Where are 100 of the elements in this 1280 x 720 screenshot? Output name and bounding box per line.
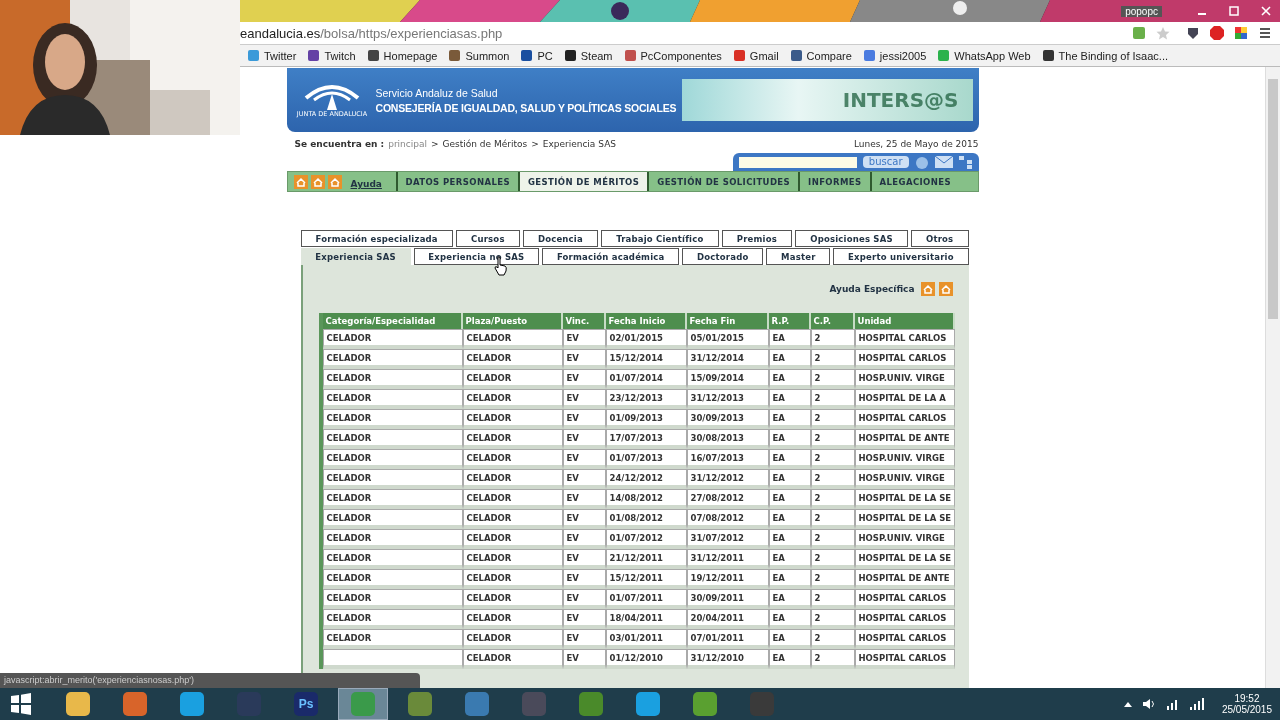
logo-icon — [302, 82, 362, 110]
table-cell: EA — [768, 569, 811, 589]
tab[interactable]: Docencia — [522, 230, 599, 247]
table-cell: 21/12/2011 — [605, 549, 687, 569]
help-link[interactable]: Ayuda Específica — [829, 284, 915, 294]
table-cell: EA — [768, 409, 811, 429]
close-icon[interactable] — [1260, 5, 1272, 17]
bookmark-link[interactable]: jessi2005 — [863, 49, 927, 62]
table-cell: EV — [562, 629, 606, 649]
bookmark-link[interactable]: The Binding of Isaac... — [1042, 49, 1168, 62]
table-cell: 2 — [810, 609, 855, 629]
bookmark-link[interactable]: PcComponentes — [624, 49, 722, 62]
tab[interactable]: Trabajo Científico — [601, 230, 719, 247]
table-cell: EA — [768, 349, 811, 369]
column-header: Categoría/Especialidad — [322, 313, 463, 329]
caret-icon[interactable] — [1123, 701, 1132, 707]
speaker-icon[interactable] — [1141, 698, 1156, 710]
table-cell: HOSPITAL DE LA SE — [854, 509, 955, 529]
table-cell: EV — [562, 589, 606, 609]
table-cell: 14/08/2012 — [605, 489, 687, 509]
table-cell: 2 — [810, 569, 855, 589]
taskbar-app[interactable]: Ps — [281, 688, 331, 720]
tab[interactable]: Otros — [910, 230, 969, 247]
table-cell: EV — [562, 489, 606, 509]
tab[interactable]: Doctorado — [682, 248, 764, 265]
table-cell: CELADOR — [462, 509, 563, 529]
adblock-icon[interactable] — [1210, 26, 1224, 40]
column-header: Plaza/Puesto — [462, 313, 563, 329]
table-cell: EA — [768, 369, 811, 389]
tab[interactable]: Cursos — [455, 230, 520, 247]
bookmark-link[interactable]: Twitter — [248, 49, 297, 62]
tab[interactable]: Formación académica — [542, 248, 680, 265]
search-field[interactable] — [738, 156, 857, 168]
table-cell: HOSP.UNIV. VIRGE — [854, 469, 955, 489]
table-cell: 16/07/2013 — [686, 449, 769, 469]
table-cell: CELADOR — [322, 509, 463, 529]
bookmark-link[interactable]: Steam — [564, 49, 613, 62]
table-cell: 2 — [810, 369, 855, 389]
nav-tab[interactable]: GESTIÓN DE SOLICITUDES — [647, 172, 799, 191]
table-cell: 01/07/2012 — [605, 529, 687, 549]
table-cell: EA — [768, 629, 811, 649]
mail-icon[interactable] — [934, 156, 953, 168]
table-cell: CELADOR — [322, 609, 463, 629]
breadcrumb-link[interactable]: principal — [388, 139, 427, 149]
extension-icon[interactable] — [1234, 26, 1248, 40]
table-cell: 01/09/2013 — [605, 409, 687, 429]
table-cell: 05/01/2015 — [686, 329, 769, 349]
app-icon: Ps — [294, 692, 318, 716]
nav-tab[interactable]: INFORMES — [798, 172, 870, 191]
tab[interactable]: Oposiciones SAS — [795, 230, 908, 247]
start-icon[interactable] — [8, 691, 34, 717]
tab[interactable]: Experiencia SAS — [300, 248, 411, 265]
table-cell: 31/07/2012 — [686, 529, 769, 549]
sitemap-icon[interactable] — [958, 155, 973, 169]
table-cell: EV — [562, 649, 606, 669]
nav-tab[interactable]: ALEGACIONES — [869, 172, 978, 191]
extension-icon[interactable] — [1186, 26, 1200, 40]
table-cell: 2 — [810, 389, 855, 409]
table-cell: HOSPITAL CARLOS — [854, 629, 955, 649]
breadcrumb-separator: > — [431, 139, 439, 149]
bookmark-link[interactable]: WhatsApp Web — [938, 49, 1031, 62]
scrollbar[interactable] — [1265, 67, 1280, 688]
tab[interactable]: Experto universitario — [833, 248, 969, 265]
table-cell: EV — [562, 389, 606, 409]
table-cell: CELADOR — [462, 549, 563, 569]
table-cell: 30/09/2011 — [686, 589, 769, 609]
table-cell: HOSP.UNIV. VIRGE — [854, 449, 955, 469]
scrollbar-thumb[interactable] — [1268, 79, 1278, 319]
table-cell: HOSPITAL DE ANTE — [854, 429, 955, 449]
table-cell: HOSPITAL CARLOS — [854, 609, 955, 629]
bookmark-link[interactable]: Twitch — [308, 49, 356, 62]
bookmark-link[interactable]: Homepage — [367, 49, 438, 62]
star-icon[interactable] — [1156, 26, 1170, 40]
menu-icon[interactable] — [1258, 26, 1272, 40]
bookmark-link[interactable]: Gmail — [733, 49, 779, 62]
search-button[interactable]: buscar — [862, 156, 909, 168]
bookmark-link[interactable]: Compare — [790, 49, 852, 62]
nav-tab[interactable]: GESTIÓN DE MÉRITOS — [517, 172, 648, 191]
table-cell: HOSP.UNIV. VIRGE — [854, 369, 955, 389]
table-cell: 30/09/2013 — [686, 409, 769, 429]
table-cell: CELADOR — [322, 329, 463, 349]
table-cell: CELADOR — [462, 489, 563, 509]
tab[interactable]: Formación especializada — [300, 230, 453, 247]
table-cell: 18/04/2011 — [605, 609, 687, 629]
help-link[interactable]: Ayuda — [350, 179, 382, 189]
tab[interactable]: Master — [766, 248, 831, 265]
table-cell: HOSPITAL DE LA SE — [854, 489, 955, 509]
bookmark-link[interactable]: Summon — [449, 49, 510, 62]
signal-icon[interactable] — [1189, 698, 1204, 710]
table-cell: 2 — [810, 469, 855, 489]
maximize-icon[interactable] — [1228, 5, 1240, 17]
table-cell: 07/08/2012 — [686, 509, 769, 529]
bookmark-link[interactable]: PC — [521, 49, 553, 62]
table-cell: 2 — [810, 329, 855, 349]
table-cell: EV — [562, 469, 606, 489]
table-cell: 2 — [810, 349, 855, 369]
network-icon[interactable] — [1165, 698, 1180, 710]
address-field[interactable]: eandalucia.es/bolsa/https/experienciasas.php — [240, 25, 1122, 41]
tab[interactable]: Premios — [721, 230, 793, 247]
table-cell: CELADOR — [462, 389, 563, 409]
